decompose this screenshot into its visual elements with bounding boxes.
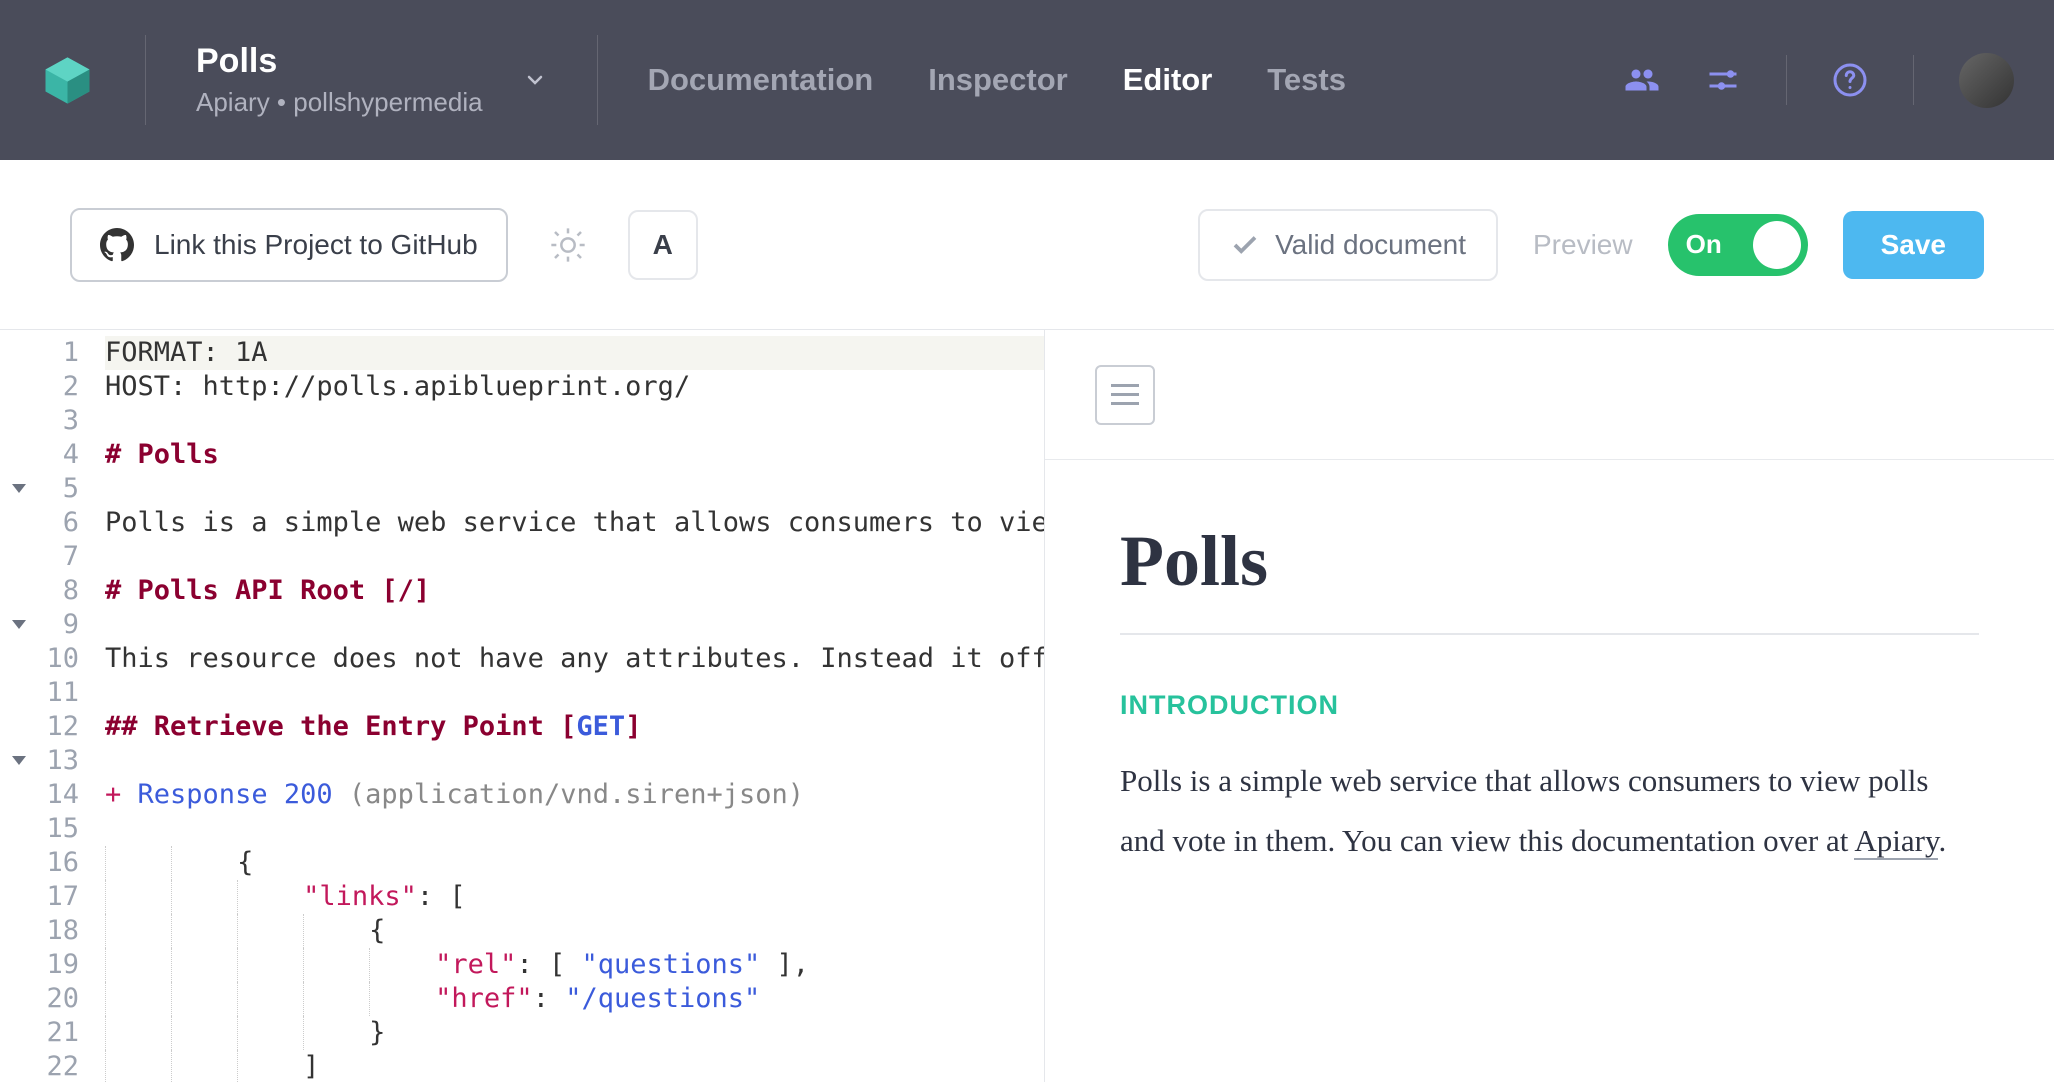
code-line[interactable]	[105, 608, 1044, 642]
gutter-line: 3	[0, 404, 79, 438]
check-icon	[1230, 230, 1260, 260]
code-line[interactable]	[105, 812, 1044, 846]
code-line[interactable]: FORMAT: 1A	[105, 336, 1044, 370]
code-editor[interactable]: 12345678910111213141516171819202122 FORM…	[0, 330, 1045, 1082]
users-icon[interactable]	[1624, 62, 1660, 98]
divider	[1913, 55, 1914, 105]
github-button-label: Link this Project to GitHub	[154, 229, 478, 261]
nav-editor[interactable]: Editor	[1123, 62, 1213, 98]
logo-wrap	[40, 35, 146, 125]
gutter-line: 17	[0, 880, 79, 914]
header-right	[1624, 53, 2014, 108]
preview-toggle[interactable]: On	[1668, 214, 1808, 276]
toggle-knob	[1753, 221, 1801, 269]
user-avatar[interactable]	[1959, 53, 2014, 108]
font-size-button[interactable]: A	[628, 210, 698, 280]
project-title: Polls	[196, 42, 483, 81]
code-line[interactable]: ]	[105, 1050, 1044, 1082]
preview-section-label: INTRODUCTION	[1120, 690, 1979, 721]
gutter-line: 7	[0, 540, 79, 574]
project-text: Polls Apiary • pollshypermedia	[196, 42, 483, 118]
theme-toggle-button[interactable]	[533, 210, 603, 280]
preview-topbar	[1045, 330, 2054, 460]
gutter-line: 12	[0, 710, 79, 744]
toolbar-right: Valid document Preview On Save	[1198, 209, 1984, 281]
hamburger-line	[1111, 384, 1139, 387]
code-line[interactable]: "href": "/questions"	[105, 982, 1044, 1016]
preview-menu-button[interactable]	[1095, 365, 1155, 425]
code-line[interactable]: Polls is a simple web service that allow…	[105, 506, 1044, 540]
gutter-line: 18	[0, 914, 79, 948]
code-line[interactable]	[105, 404, 1044, 438]
gutter-line: 1	[0, 336, 79, 370]
validation-status: Valid document	[1198, 209, 1498, 281]
gutter-line: 11	[0, 676, 79, 710]
code-line[interactable]	[105, 472, 1044, 506]
divider	[1786, 55, 1787, 105]
preview-title: Polls	[1120, 520, 1979, 635]
code-line[interactable]: {	[105, 914, 1044, 948]
gutter-line: 8	[0, 574, 79, 608]
gutter-line: 4	[0, 438, 79, 472]
toggle-state-label: On	[1686, 229, 1722, 260]
code-line[interactable]: This resource does not have any attribut…	[105, 642, 1044, 676]
gutter-line: 22	[0, 1050, 79, 1082]
code-line[interactable]: ## Retrieve the Entry Point [GET]	[105, 710, 1044, 744]
chevron-down-icon[interactable]	[523, 68, 547, 92]
app-header: Polls Apiary • pollshypermedia Documenta…	[0, 0, 2054, 160]
code-line[interactable]: # Polls API Root [/]	[105, 574, 1044, 608]
preview-toggle-label: Preview	[1533, 229, 1633, 261]
preview-body-text: Polls is a simple web service that allow…	[1120, 763, 1928, 858]
line-gutter: 12345678910111213141516171819202122	[0, 330, 95, 1082]
github-icon	[100, 228, 134, 262]
project-selector[interactable]: Polls Apiary • pollshypermedia	[196, 35, 598, 125]
code-lines[interactable]: FORMAT: 1AHOST: http://polls.apiblueprin…	[95, 330, 1044, 1082]
sun-icon	[548, 225, 588, 265]
editor-split: 12345678910111213141516171819202122 FORM…	[0, 330, 2054, 1082]
preview-pane: Polls INTRODUCTION Polls is a simple web…	[1045, 330, 2054, 1082]
gutter-line: 6	[0, 506, 79, 540]
gutter-line: 14	[0, 778, 79, 812]
gutter-line: 13	[0, 744, 79, 778]
gutter-line: 2	[0, 370, 79, 404]
hamburger-line	[1111, 393, 1139, 396]
main-nav: Documentation Inspector Editor Tests	[648, 62, 1346, 98]
code-line[interactable]	[105, 540, 1044, 574]
link-github-button[interactable]: Link this Project to GitHub	[70, 208, 508, 282]
project-subtitle: Apiary • pollshypermedia	[196, 87, 483, 118]
gutter-line: 9	[0, 608, 79, 642]
preview-body-tail: .	[1938, 823, 1946, 858]
code-line[interactable]	[105, 676, 1044, 710]
code-line[interactable]: }	[105, 1016, 1044, 1050]
code-line[interactable]: "links": [	[105, 880, 1044, 914]
save-button[interactable]: Save	[1843, 211, 1984, 279]
gutter-line: 20	[0, 982, 79, 1016]
nav-inspector[interactable]: Inspector	[928, 62, 1068, 98]
gutter-line: 16	[0, 846, 79, 880]
nav-documentation[interactable]: Documentation	[648, 62, 874, 98]
gutter-line: 5	[0, 472, 79, 506]
gutter-line: 21	[0, 1016, 79, 1050]
gutter-line: 19	[0, 948, 79, 982]
editor-toolbar: Link this Project to GitHub A Valid docu…	[0, 160, 2054, 330]
validation-label: Valid document	[1275, 229, 1466, 261]
preview-link-apiary[interactable]: Apiary	[1854, 823, 1938, 860]
gutter-line: 10	[0, 642, 79, 676]
sliders-icon[interactable]	[1705, 62, 1741, 98]
code-line[interactable]	[105, 744, 1044, 778]
code-line[interactable]: HOST: http://polls.apiblueprint.org/	[105, 370, 1044, 404]
hamburger-line	[1111, 402, 1139, 405]
code-line[interactable]: + Response 200 (application/vnd.siren+js…	[105, 778, 1044, 812]
code-line[interactable]: "rel": [ "questions" ],	[105, 948, 1044, 982]
code-line[interactable]: {	[105, 846, 1044, 880]
apiary-logo-icon[interactable]	[40, 53, 95, 108]
nav-tests[interactable]: Tests	[1267, 62, 1346, 98]
preview-body: Polls is a simple web service that allow…	[1120, 751, 1979, 871]
gutter-line: 15	[0, 812, 79, 846]
help-icon[interactable]	[1832, 62, 1868, 98]
code-line[interactable]: # Polls	[105, 438, 1044, 472]
preview-content: Polls INTRODUCTION Polls is a simple web…	[1045, 460, 2054, 871]
